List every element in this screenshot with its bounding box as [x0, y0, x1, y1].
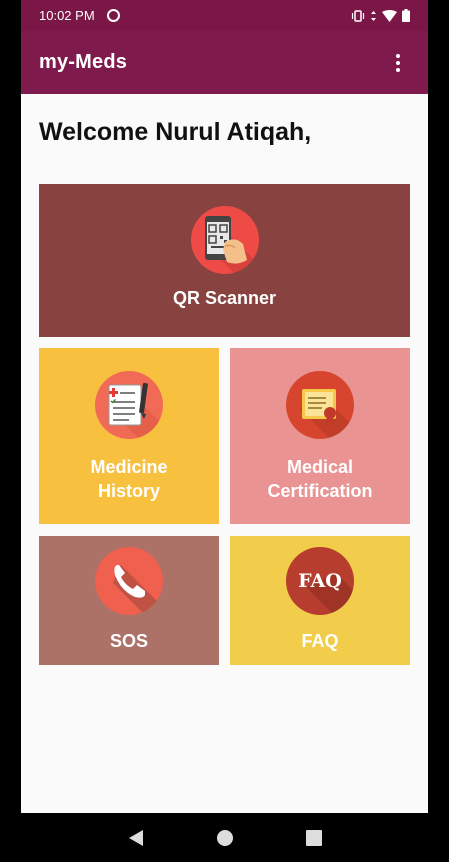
- navigation-bar: [21, 813, 428, 862]
- certification-label: Certification: [267, 481, 373, 501]
- home-button[interactable]: [205, 818, 245, 858]
- battery-icon: [402, 9, 410, 22]
- medicine-label: Medicine: [90, 457, 168, 477]
- vibrate-icon: [351, 9, 365, 22]
- recents-square-icon: [305, 829, 322, 846]
- notification-circle-icon: [106, 9, 120, 22]
- sos-tile[interactable]: SOS: [39, 536, 219, 665]
- phone-frame: 10:02 PM my-Meds Welcome Nurul Atiqah, Q…: [0, 0, 449, 862]
- certificate-icon: [286, 371, 354, 439]
- medical-label: Medical: [286, 457, 353, 477]
- data-arrows-icon: [371, 10, 376, 21]
- qr-scanner-tile[interactable]: QR Scanner: [39, 184, 410, 337]
- history-label: History: [97, 481, 160, 501]
- main-content: Welcome Nurul Atiqah, QR Scanner Medicin…: [21, 94, 428, 813]
- welcome-heading: Welcome Nurul Atiqah,: [39, 118, 312, 146]
- phone-icon: [95, 547, 163, 615]
- back-triangle-icon: [128, 829, 143, 846]
- recents-button[interactable]: [294, 818, 334, 858]
- faq-icon: FAQ: [286, 547, 354, 615]
- medical-certification-tile[interactable]: Medical Certification: [230, 348, 410, 524]
- home-circle-icon: [216, 829, 233, 846]
- app-title: my-Meds: [39, 51, 128, 73]
- qr-scanner-label: QR Scanner: [172, 288, 277, 308]
- sos-label: SOS: [109, 631, 148, 651]
- faq-tile[interactable]: FAQ FAQ: [230, 536, 410, 665]
- faq-label: FAQ: [301, 631, 339, 651]
- clipboard-icon: [95, 371, 163, 439]
- app-bar: my-Meds: [21, 31, 428, 94]
- wifi-icon: [382, 9, 397, 22]
- status-time: 10:02 PM: [39, 8, 95, 23]
- svg-text:FAQ: FAQ: [298, 570, 342, 592]
- back-button[interactable]: [116, 818, 156, 858]
- more-vert-icon[interactable]: [386, 49, 410, 77]
- qr-phone-icon: [190, 206, 259, 274]
- status-bar: 10:02 PM: [21, 0, 428, 31]
- medicine-history-tile[interactable]: Medicine History: [39, 348, 219, 524]
